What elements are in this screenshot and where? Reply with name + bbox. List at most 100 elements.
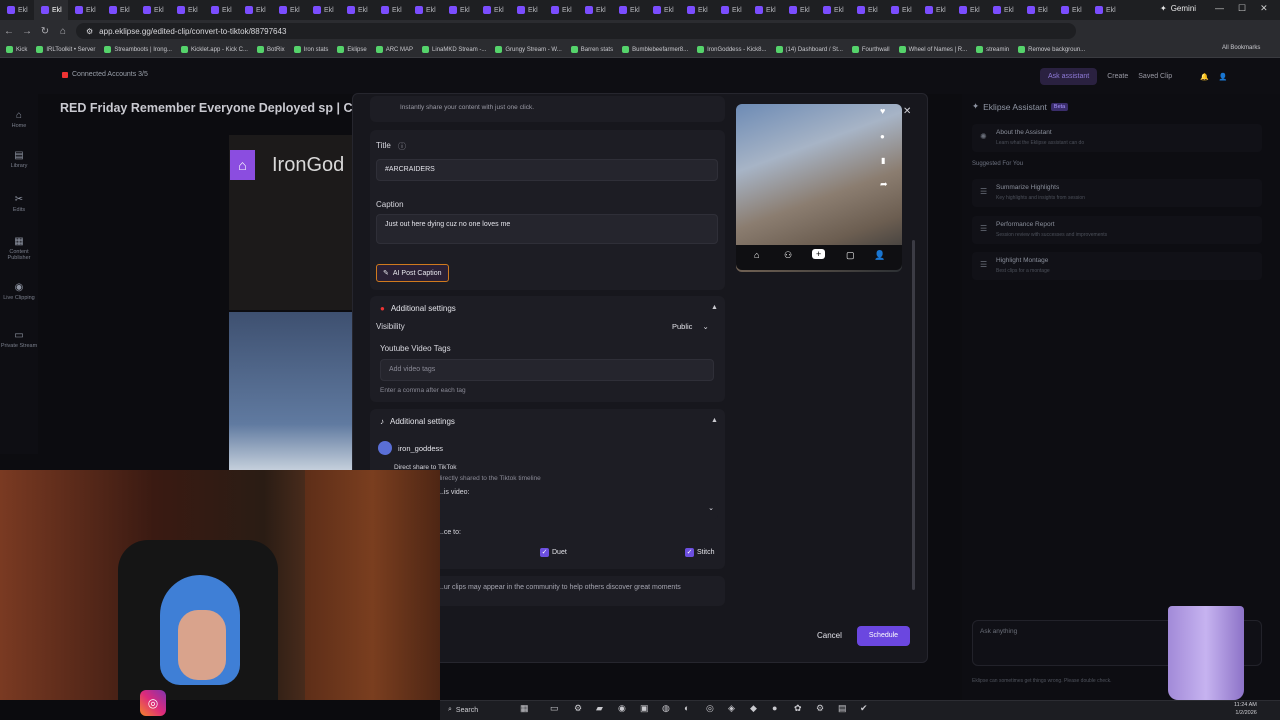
browser-tab[interactable]: Ekl [68,0,102,20]
app-icon[interactable]: ◈ [728,703,735,714]
modal-scrollbar[interactable] [912,240,915,590]
browser-tab[interactable]: Ekl [442,0,476,20]
app-icon[interactable]: ▤ [838,703,847,714]
sidebar-item-home[interactable]: ⌂ Home [0,110,38,129]
browser-tab[interactable]: Ekl [102,0,136,20]
browser-tab[interactable]: Ekl [510,0,544,20]
forward-icon[interactable]: → [18,26,36,37]
bookmark-item[interactable]: Iron stats [293,46,328,53]
browser-tab[interactable]: Ekl [680,0,714,20]
browser-tab[interactable]: Ekl [884,0,918,20]
app-icon[interactable]: ◆ [750,703,757,714]
create-button[interactable]: Create [1107,73,1128,80]
bookmark-item[interactable]: BotRix [256,46,285,53]
close-icon[interactable]: ✕ [1260,3,1268,14]
bookmark-item[interactable]: Streamboots | Irong... [104,46,172,53]
bookmark-item[interactable]: Kick [6,46,27,53]
store-icon[interactable]: ▣ [640,703,649,714]
browser-tab[interactable]: Ekl [170,0,204,20]
browser-tab[interactable]: Ekl [578,0,612,20]
browser-tab[interactable]: Ekl [1088,0,1122,20]
sidebar-item-edits[interactable]: ✂ Edits [0,194,38,213]
url-input[interactable]: ⚙ app.eklipse.gg/edited-clip/convert-to-t… [76,23,1076,39]
browser-tab[interactable]: Ekl [374,0,408,20]
bookmark-item[interactable]: streamin [976,46,1009,53]
browser-tab[interactable]: Ekl [850,0,884,20]
browser-tab[interactable]: Ekl [714,0,748,20]
connected-accounts[interactable]: Connected Accounts 3/5 [62,71,148,78]
back-icon[interactable]: ← [0,26,18,37]
youtube-settings-header[interactable]: ● Additional settings [380,304,456,313]
visibility-select[interactable]: Public ⌄ [672,322,709,331]
app-icon[interactable]: ⚙ [816,703,824,714]
sidebar-item-live-clipping[interactable]: ◉ Live Clipping [0,282,38,301]
ask-assistant-button[interactable]: Ask assistant [1040,68,1098,85]
browser-tab[interactable]: Ekl [238,0,272,20]
minimize-icon[interactable]: — [1215,3,1224,14]
browser-tab[interactable]: Ekl [816,0,850,20]
bookmark-item[interactable]: Grungy Stream - W... [495,46,562,53]
browser-tab[interactable]: Ekl [204,0,238,20]
steam-icon[interactable]: ✔ [860,703,868,714]
suggestion-item[interactable]: ☰ Summarize Highlights Key highlights and … [972,179,1262,207]
bookmark-item[interactable]: IRLToolkit • Server [36,46,95,53]
browser-tab[interactable]: Ekl [272,0,306,20]
bookmark-item[interactable]: Remove backgroun... [1018,46,1085,53]
all-bookmarks[interactable]: All Bookmarks [1222,45,1260,51]
browser-tab[interactable]: Ekl [34,0,68,20]
app-icon[interactable]: ◐ [684,703,689,713]
duet-checkbox[interactable]: ✓ Duet [540,548,567,557]
suggestion-item[interactable]: ☰ Performance Report Session review with s… [972,216,1262,244]
caption-input[interactable]: Just out here dying cuz no one loves me [376,214,718,244]
widgets-icon[interactable]: ▦ [520,703,529,714]
cancel-button[interactable]: Cancel [815,627,844,644]
browser-tab[interactable]: Ekl [136,0,170,20]
gemini-button[interactable]: ✦ Gemini [1160,4,1196,13]
home-icon[interactable]: ⌂ [54,26,72,37]
chrome-icon[interactable]: ◎ [706,703,714,714]
browser-tab[interactable]: Ekl [476,0,510,20]
browser-tab[interactable]: Ekl [1020,0,1054,20]
browser-tab[interactable]: Ekl [952,0,986,20]
bookmark-item[interactable]: ARC MAP [375,46,413,53]
browser-tab[interactable]: Ekl [0,0,34,20]
about-assistant-item[interactable]: ✺ About the Assistant Learn what the Eklip… [972,124,1262,152]
bell-icon[interactable]: 🔔 [1200,73,1209,81]
sidebar-item-library[interactable]: ▤ Library [0,150,38,169]
ai-caption-button[interactable]: ✎ AI Post Caption [376,264,449,282]
browser-tab[interactable]: Ekl [918,0,952,20]
edge-icon[interactable]: ◉ [618,703,626,714]
bookmark-item[interactable]: Bumblebeefarmer8... [622,46,688,53]
app-icon[interactable]: ◍ [662,703,670,714]
title-input[interactable]: #ARCRAIDERS [376,159,718,181]
tiktok-settings-header[interactable]: ♪ Additional settings [380,417,455,426]
browser-tab[interactable]: Ekl [612,0,646,20]
chevron-up-icon[interactable]: ▲ [711,417,718,424]
browser-tab[interactable]: Ekl [408,0,442,20]
spotify-icon[interactable]: ● [772,703,777,713]
maximize-icon[interactable]: ☐ [1238,3,1246,14]
suggestion-item[interactable]: ☰ Highlight Montage Best clips for a monta… [972,252,1262,280]
browser-tab[interactable]: Ekl [986,0,1020,20]
bookmark-item[interactable]: LinaMKD Stream -... [422,46,486,53]
taskbar-search[interactable]: ⌕ Search [448,703,508,717]
browser-tab[interactable]: Ekl [646,0,680,20]
bookmark-item[interactable]: Fourthwall [851,46,890,53]
app-icon[interactable]: ✿ [794,703,802,714]
task-view-icon[interactable]: ▭ [550,703,559,714]
browser-tab[interactable]: Ekl [748,0,782,20]
chevron-up-icon[interactable]: ▲ [711,304,718,311]
sidebar-item-content-publisher[interactable]: ▦ Content Publisher [0,236,38,261]
browser-tab[interactable]: Ekl [306,0,340,20]
bookmark-item[interactable]: Barren stats [570,46,613,53]
browser-tab[interactable]: Ekl [782,0,816,20]
saved-clip-button[interactable]: Saved Clip [1138,73,1172,80]
settings-icon[interactable]: ⚙ [574,703,582,714]
bookmark-item[interactable]: IronGoddess - Kick8... [697,46,767,53]
browser-tab[interactable]: Ekl [544,0,578,20]
file-explorer-icon[interactable]: ▰ [596,703,603,714]
bookmark-item[interactable]: (14) Dashboard / St... [775,46,843,53]
reload-icon[interactable]: ↻ [36,26,54,37]
sidebar-item-private-stream[interactable]: ▭ Private Stream [0,330,38,349]
user-icon[interactable]: 👤 [1219,73,1228,81]
